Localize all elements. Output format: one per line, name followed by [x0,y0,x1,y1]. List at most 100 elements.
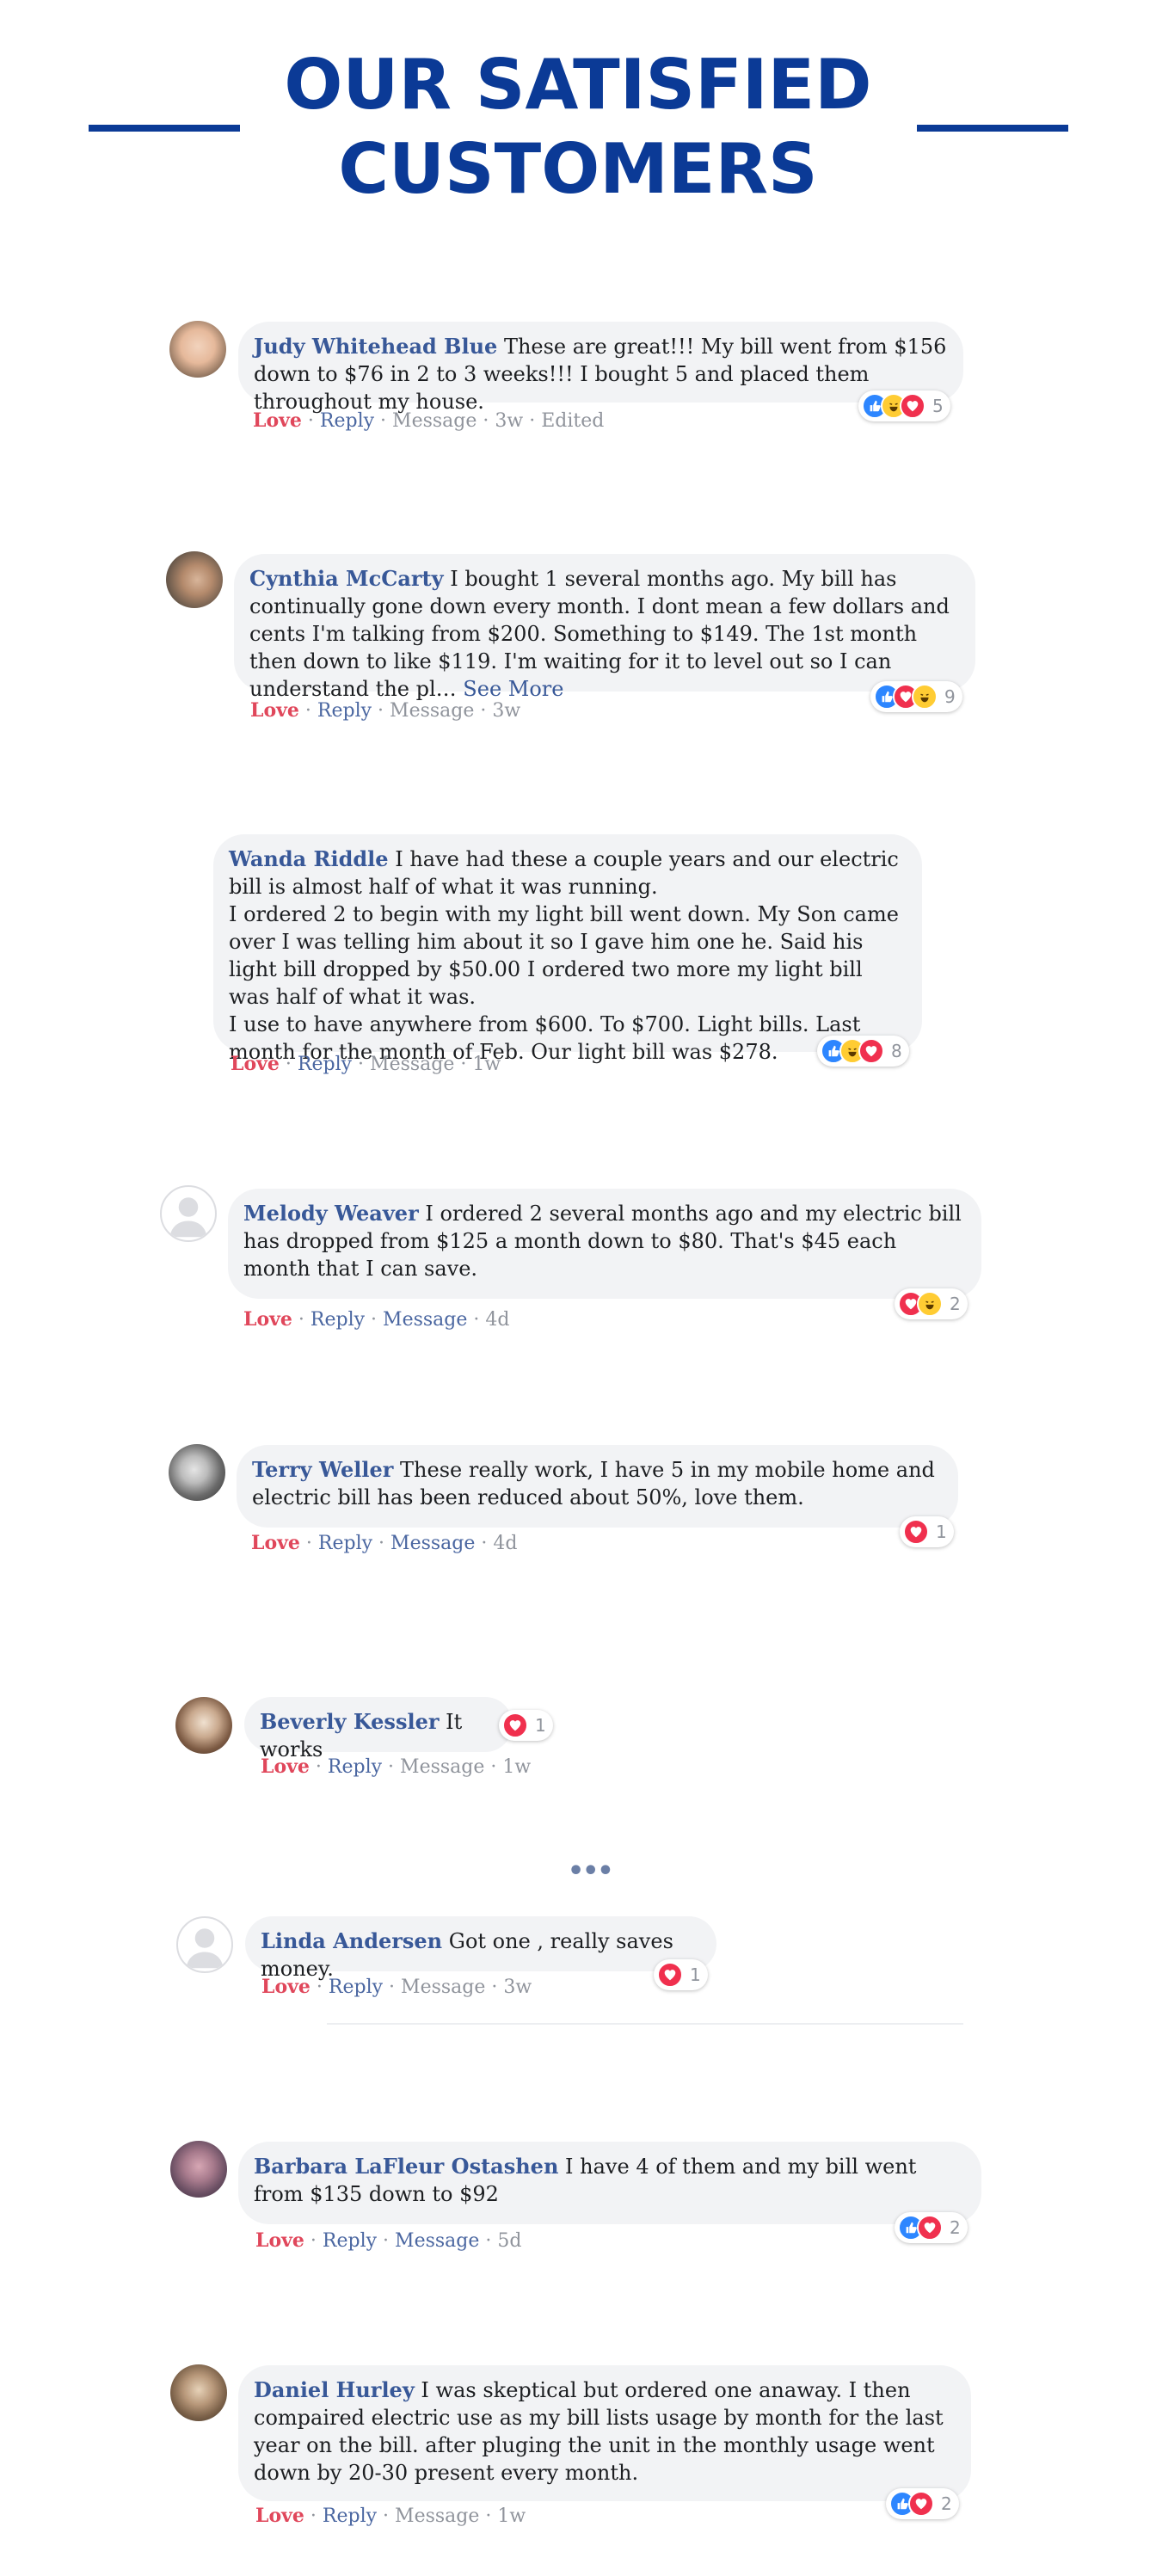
timestamp[interactable]: 1w [497,2505,526,2527]
timestamp[interactable]: 4d [493,1533,517,1554]
love-link[interactable]: Love [253,409,302,432]
separator: · [279,1054,298,1075]
comment-author[interactable]: Linda Andersen [261,1928,442,1953]
avatar-placeholder-icon[interactable] [160,1185,217,1242]
reaction-count: 2 [950,2217,961,2238]
separator: · [365,1309,384,1331]
page-title-line-2: CUSTOMERS [338,129,818,209]
reaction-count: 1 [936,1522,947,1542]
avatar[interactable] [175,1697,232,1754]
comment-actions: Love · Reply · Message · 1w [255,2504,526,2529]
separator: · [523,410,542,432]
person-silhouette-icon [169,1197,207,1238]
message-link[interactable]: Message [390,1533,475,1554]
separator: · [309,1756,328,1778]
reaction-summary[interactable]: 9 [870,681,962,712]
avatar[interactable] [170,2141,227,2198]
message-link[interactable]: Message [370,1054,454,1075]
timestamp[interactable]: 4d [485,1309,509,1331]
separator: · [299,1533,318,1554]
timestamp[interactable]: 1w [472,1054,501,1075]
reply-link[interactable]: Reply [298,1054,352,1075]
timestamp[interactable]: 3w [503,1977,532,1998]
page-header: OUR SATISFIED CUSTOMERS [0,43,1156,215]
comment-author[interactable]: Daniel Hurley [254,2377,415,2402]
avatar[interactable] [169,1444,225,1501]
love-reaction-icon [502,1712,528,1738]
comment-bubble: Judy Whitehead Blue These are great!!! M… [238,322,963,414]
message-link[interactable]: Message [383,1309,467,1331]
reaction-count: 2 [950,1294,961,1314]
reaction-summary[interactable]: 1 [900,1516,954,1547]
reaction-summary[interactable]: 1 [654,1959,708,1990]
comment-author[interactable]: Barbara LaFleur Ostashen [254,2154,558,2179]
timestamp[interactable]: 3w [492,700,520,722]
avatar[interactable] [170,2364,227,2421]
love-link[interactable]: Love [255,2229,304,2252]
love-link[interactable]: Love [251,1532,300,1554]
reaction-summary[interactable]: 2 [886,2488,959,2519]
message-link[interactable]: Message [395,2230,479,2252]
message-link[interactable]: Message [400,1756,484,1778]
reaction-count: 2 [941,2493,952,2514]
timestamp[interactable]: 3w [495,410,523,432]
reply-link[interactable]: Reply [320,410,374,432]
comment-author[interactable]: Judy Whitehead Blue [254,334,497,359]
see-more-link[interactable]: See More [463,677,563,701]
love-reaction-icon [917,2215,943,2241]
page-title: OUR SATISFIED CUSTOMERS [258,43,898,212]
timestamp[interactable]: 1w [502,1756,531,1778]
reply-link[interactable]: Reply [323,2505,377,2527]
love-link[interactable]: Love [261,1755,310,1778]
comment-author[interactable]: Wanda Riddle [229,846,389,871]
separator: · [479,2230,498,2252]
reaction-count: 9 [944,686,956,707]
separator: · [454,1054,473,1075]
reaction-summary[interactable]: 2 [895,2212,968,2243]
comment-author[interactable]: Cynthia McCarty [249,566,444,591]
reply-link[interactable]: Reply [318,1533,372,1554]
reaction-summary[interactable]: 1 [499,1710,553,1741]
reply-link[interactable]: Reply [329,1977,383,1998]
edited-label: Edited [541,410,605,432]
comment-bubble: Terry Weller These really work, I have 5… [237,1445,958,1528]
love-link[interactable]: Love [243,1308,292,1331]
message-link[interactable]: Message [395,2505,479,2527]
message-link[interactable]: Message [390,700,474,722]
person-silhouette-icon [186,1928,224,1969]
love-link[interactable]: Love [255,2505,304,2527]
reply-link[interactable]: Reply [328,1756,382,1778]
love-reaction-icon [908,2491,934,2517]
avatar[interactable] [169,321,226,378]
message-link[interactable]: Message [392,410,477,432]
comment-text-paragraph-2: I ordered 2 to begin with my light bill … [229,902,899,1009]
comment-actions: Love · Reply · Message · 4d [251,1531,517,1556]
love-link[interactable]: Love [261,1976,311,1998]
reply-link[interactable]: Reply [311,1309,365,1331]
comment-actions: Love · Reply · Message · 1w [231,1052,501,1077]
reaction-summary[interactable]: 8 [817,1036,909,1067]
reply-link[interactable]: Reply [317,700,372,722]
love-reaction-icon [903,1519,929,1545]
timestamp[interactable]: 5d [497,2230,521,2252]
reply-link[interactable]: Reply [323,2230,377,2252]
comment-author[interactable]: Beverly Kessler [260,1709,440,1734]
separator: · [301,410,320,432]
love-link[interactable]: Love [231,1053,280,1075]
more-options-icon[interactable]: ••• [568,1856,614,1886]
page-title-line-1: OUR SATISFIED [284,45,872,125]
comment-bubble: Wanda Riddle I have had these a couple y… [213,834,922,1064]
separator: · [374,410,393,432]
love-link[interactable]: Love [250,699,299,722]
comment-author[interactable]: Melody Weaver [243,1201,419,1226]
love-reaction-icon [858,1038,884,1064]
separator: · [304,2230,323,2252]
comment-author[interactable]: Terry Weller [252,1457,393,1482]
message-link[interactable]: Message [401,1977,485,1998]
avatar[interactable] [166,551,223,608]
love-reaction-icon [900,393,925,419]
reaction-summary[interactable]: 5 [858,390,950,421]
separator: · [477,410,495,432]
avatar-placeholder-icon[interactable] [176,1916,233,1973]
reaction-summary[interactable]: 2 [895,1288,968,1319]
